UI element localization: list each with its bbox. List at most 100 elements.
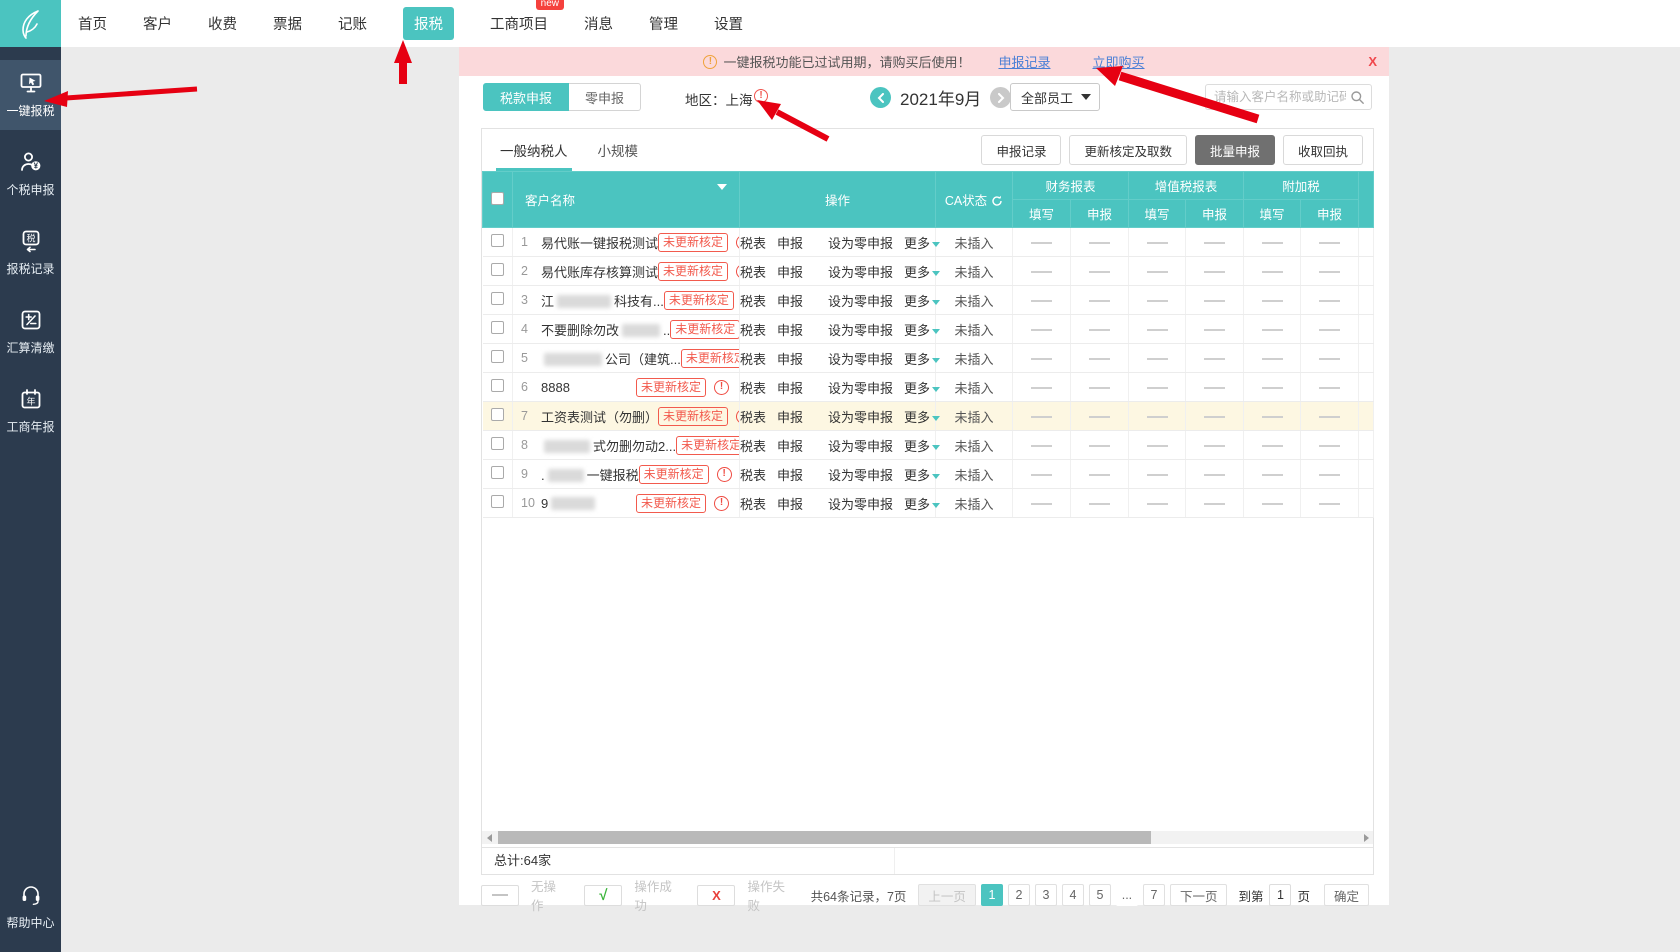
more-link[interactable]: 更多 (904, 378, 940, 397)
declare-link[interactable]: 申报 (777, 349, 803, 368)
topnav-item-票据[interactable]: 票据 (273, 13, 302, 34)
declare-link[interactable]: 申报 (777, 407, 803, 426)
page-number-4[interactable]: 4 (1062, 884, 1084, 906)
next-page-button[interactable]: 下一页 (1170, 884, 1228, 906)
topnav-item-首页[interactable]: 首页 (78, 13, 107, 34)
close-icon[interactable]: X (1368, 54, 1377, 69)
app-logo[interactable] (0, 0, 61, 47)
row-checkbox[interactable] (491, 292, 504, 305)
row-checkbox[interactable] (491, 495, 504, 508)
set-zero-declare-link[interactable]: 设为零申报 (828, 320, 893, 339)
tax-form-link[interactable]: 税表 (740, 436, 766, 455)
page-number-7[interactable]: 7 (1143, 884, 1165, 906)
prev-page-button[interactable]: 上一页 (918, 884, 976, 906)
more-link[interactable]: 更多 (904, 262, 940, 281)
tax-form-link[interactable]: 税表 (740, 291, 766, 310)
declare-records-link[interactable]: 申报记录 (998, 52, 1050, 71)
page-number-5[interactable]: 5 (1089, 884, 1111, 906)
declare-link[interactable]: 申报 (777, 262, 803, 281)
row-warning-icon[interactable]: ! (736, 409, 739, 424)
set-zero-declare-link[interactable]: 设为零申报 (828, 233, 893, 252)
declare-link[interactable]: 申报 (777, 233, 803, 252)
tax-form-link[interactable]: 税表 (740, 262, 766, 281)
set-zero-declare-link[interactable]: 设为零申报 (828, 349, 893, 368)
set-zero-declare-link[interactable]: 设为零申报 (828, 378, 893, 397)
tax-form-link[interactable]: 税表 (740, 233, 766, 252)
confirm-page-button[interactable]: 确定 (1324, 884, 1369, 906)
set-zero-declare-link[interactable]: 设为零申报 (828, 262, 893, 281)
row-checkbox[interactable] (491, 350, 504, 363)
tax-form-link[interactable]: 税表 (740, 465, 766, 484)
staff-filter-select[interactable]: 全部员工 (1010, 83, 1100, 111)
button-批量申报[interactable]: 批量申报 (1195, 135, 1275, 165)
more-link[interactable]: 更多 (904, 349, 940, 368)
sidebar-item-个税申报[interactable]: ¥个税申报 (0, 139, 61, 209)
row-warning-icon[interactable]: ! (714, 496, 729, 511)
search-icon[interactable] (1350, 90, 1365, 110)
page-number-3[interactable]: 3 (1035, 884, 1057, 906)
search-input[interactable] (1206, 85, 1346, 109)
filter-caret-icon[interactable] (717, 184, 727, 190)
set-zero-declare-link[interactable]: 设为零申报 (828, 436, 893, 455)
topnav-item-工商项目[interactable]: 工商项目new (490, 13, 548, 34)
tax-form-link[interactable]: 税表 (740, 378, 766, 397)
topnav-item-消息[interactable]: 消息 (584, 13, 613, 34)
row-checkbox[interactable] (491, 466, 504, 479)
button-收取回执[interactable]: 收取回执 (1283, 135, 1363, 165)
page-number-1[interactable]: 1 (981, 884, 1003, 906)
more-link[interactable]: 更多 (904, 291, 940, 310)
declare-link[interactable]: 申报 (777, 436, 803, 455)
button-申报记录[interactable]: 申报记录 (981, 135, 1061, 165)
more-link[interactable]: 更多 (904, 407, 940, 426)
tax-form-link[interactable]: 税表 (740, 494, 766, 513)
scroll-left-arrow[interactable] (482, 831, 496, 844)
declare-link[interactable]: 申报 (777, 494, 803, 513)
tab-一般纳税人[interactable]: 一般纳税人 (496, 129, 572, 171)
row-checkbox[interactable] (491, 379, 504, 392)
set-zero-declare-link[interactable]: 设为零申报 (828, 465, 893, 484)
topnav-item-收费[interactable]: 收费 (208, 13, 237, 34)
select-all-checkbox[interactable] (491, 192, 504, 205)
row-checkbox[interactable] (491, 263, 504, 276)
row-warning-icon[interactable]: ! (714, 380, 729, 395)
set-zero-declare-link[interactable]: 设为零申报 (828, 494, 893, 513)
row-checkbox[interactable] (491, 437, 504, 450)
topnav-item-报税[interactable]: 报税 (403, 7, 454, 40)
set-zero-declare-link[interactable]: 设为零申报 (828, 291, 893, 310)
set-zero-declare-link[interactable]: 设为零申报 (828, 407, 893, 426)
declare-link[interactable]: 申报 (777, 291, 803, 310)
region-warning-icon[interactable]: ! (754, 89, 768, 103)
declare-link[interactable]: 申报 (777, 465, 803, 484)
more-link[interactable]: 更多 (904, 465, 940, 484)
row-checkbox[interactable] (491, 321, 504, 334)
more-link[interactable]: 更多 (904, 233, 940, 252)
row-checkbox[interactable] (491, 234, 504, 247)
previous-month-button[interactable] (870, 87, 891, 108)
tax-form-link[interactable]: 税表 (740, 407, 766, 426)
sidebar-item-一键报税[interactable]: 一键报税 (0, 60, 61, 130)
more-link[interactable]: 更多 (904, 436, 940, 455)
declare-link[interactable]: 申报 (777, 320, 803, 339)
scroll-right-arrow[interactable] (1359, 831, 1373, 844)
more-link[interactable]: 更多 (904, 320, 940, 339)
sidebar-item-help-center[interactable]: 帮助中心 (0, 872, 61, 942)
refresh-icon[interactable] (991, 196, 1003, 210)
topnav-item-记账[interactable]: 记账 (338, 13, 367, 34)
sidebar-item-报税记录[interactable]: 税报税记录 (0, 218, 61, 288)
declare-link[interactable]: 申报 (777, 378, 803, 397)
more-link[interactable]: 更多 (904, 494, 940, 513)
row-warning-icon[interactable]: ! (736, 264, 739, 279)
sidebar-item-工商年报[interactable]: 年工商年报 (0, 376, 61, 446)
buy-now-link[interactable]: 立即购买 (1093, 52, 1145, 71)
page-number-2[interactable]: 2 (1008, 884, 1030, 906)
button-更新核定及取数[interactable]: 更新核定及取数 (1069, 135, 1187, 165)
topnav-item-客户[interactable]: 客户 (143, 13, 172, 34)
topnav-item-设置[interactable]: 设置 (714, 13, 743, 34)
next-month-button[interactable] (990, 87, 1011, 108)
row-warning-icon[interactable]: ! (736, 235, 739, 250)
tax-form-link[interactable]: 税表 (740, 349, 766, 368)
goto-page-input[interactable] (1269, 884, 1291, 906)
mode-tab-税款申报[interactable]: 税款申报 (483, 83, 569, 111)
sidebar-item-汇算清缴[interactable]: 汇算清缴 (0, 297, 61, 367)
tax-form-link[interactable]: 税表 (740, 320, 766, 339)
